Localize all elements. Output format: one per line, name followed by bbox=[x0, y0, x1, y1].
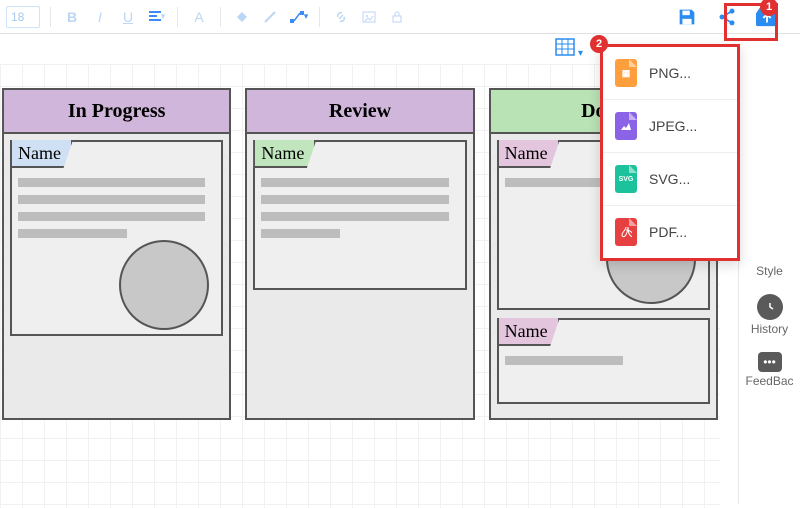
line-color-button[interactable] bbox=[259, 6, 281, 28]
image-button[interactable] bbox=[358, 6, 380, 28]
export-png[interactable]: ▦ PNG... bbox=[603, 47, 737, 100]
table-insert-button[interactable]: ▾ bbox=[555, 38, 583, 61]
annotation-badge-2: 2 bbox=[590, 35, 608, 53]
card-tag: Name bbox=[10, 140, 73, 168]
column-header[interactable]: Review bbox=[245, 88, 474, 134]
separator bbox=[50, 7, 51, 27]
separator bbox=[177, 7, 178, 27]
export-menu-label: SVG... bbox=[649, 171, 690, 187]
fill-color-button[interactable] bbox=[231, 6, 253, 28]
export-jpeg[interactable]: JPEG... bbox=[603, 100, 737, 153]
card[interactable]: Name bbox=[497, 318, 710, 404]
export-svg[interactable]: SVG SVG... bbox=[603, 153, 737, 206]
lock-button[interactable] bbox=[386, 6, 408, 28]
export-menu-label: JPEG... bbox=[649, 118, 697, 134]
card[interactable]: Name bbox=[10, 140, 223, 336]
card-tag: Name bbox=[497, 140, 560, 168]
card-tag: Name bbox=[253, 140, 316, 168]
toolbar: B I U ▾ A ▾ bbox=[0, 0, 800, 34]
column-body: Name bbox=[245, 134, 474, 420]
font-color-button[interactable]: A bbox=[188, 6, 210, 28]
column-in-progress[interactable]: In Progress Name bbox=[2, 88, 231, 420]
bold-button[interactable]: B bbox=[61, 6, 83, 28]
separator bbox=[319, 7, 320, 27]
card-text-lines bbox=[18, 178, 215, 238]
share-button[interactable] bbox=[712, 6, 742, 28]
sidebar-style[interactable]: Style bbox=[756, 264, 783, 278]
column-body: Name bbox=[2, 134, 231, 420]
card[interactable]: Name bbox=[253, 140, 466, 290]
link-button[interactable] bbox=[330, 6, 352, 28]
column-header[interactable]: In Progress bbox=[2, 88, 231, 134]
underline-button[interactable]: U bbox=[117, 6, 139, 28]
sidebar-feedback[interactable]: ••• FeedBac bbox=[745, 352, 793, 388]
svg-file-icon: SVG bbox=[615, 165, 637, 193]
card-text-lines bbox=[505, 356, 702, 365]
column-review[interactable]: Review Name bbox=[245, 88, 474, 420]
export-menu-label: PNG... bbox=[649, 65, 691, 81]
font-size-input[interactable] bbox=[6, 6, 40, 28]
card-text-lines bbox=[261, 178, 458, 238]
pdf-file-icon bbox=[615, 218, 637, 246]
card-avatar-circle bbox=[119, 240, 209, 330]
sidebar-history[interactable]: History bbox=[751, 294, 788, 336]
chat-icon: ••• bbox=[758, 352, 782, 372]
connector-button[interactable]: ▾ bbox=[287, 6, 309, 28]
export-menu: ▦ PNG... JPEG... SVG SVG... PDF... bbox=[600, 44, 740, 261]
separator bbox=[220, 7, 221, 27]
export-pdf[interactable]: PDF... bbox=[603, 206, 737, 258]
png-file-icon: ▦ bbox=[615, 59, 637, 87]
align-button[interactable]: ▾ bbox=[145, 6, 167, 28]
column-title: In Progress bbox=[68, 100, 166, 123]
jpeg-file-icon bbox=[615, 112, 637, 140]
clock-icon bbox=[757, 294, 783, 320]
column-title: Review bbox=[329, 100, 391, 123]
card-tag: Name bbox=[497, 318, 560, 346]
right-sidebar: Style History ••• FeedBac bbox=[738, 64, 800, 504]
export-menu-label: PDF... bbox=[649, 224, 687, 240]
italic-button[interactable]: I bbox=[89, 6, 111, 28]
save-button[interactable] bbox=[672, 6, 702, 28]
